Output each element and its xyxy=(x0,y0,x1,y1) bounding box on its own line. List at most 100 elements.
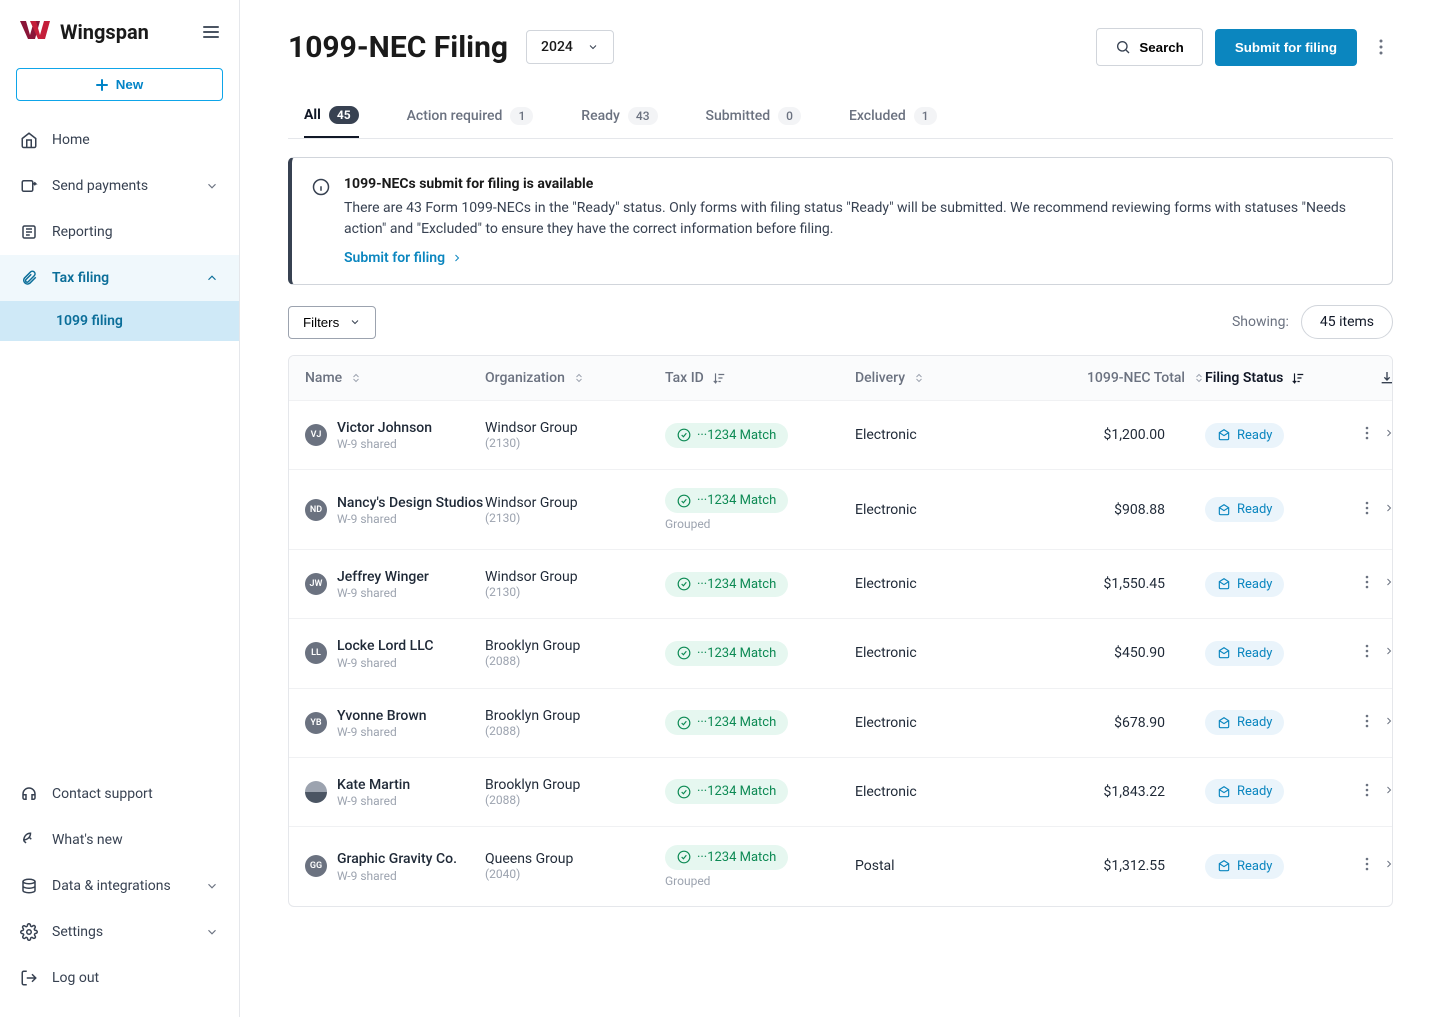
status-text: Ready xyxy=(1237,577,1272,592)
column-header-name[interactable]: Name xyxy=(305,370,485,386)
status-ready-badge: Ready xyxy=(1205,779,1284,804)
check-circle-icon xyxy=(677,577,691,591)
col-label: Name xyxy=(305,370,342,386)
avatar: VJ xyxy=(305,424,327,446)
row-more-button[interactable] xyxy=(1365,426,1369,444)
kebab-icon xyxy=(1365,783,1369,797)
attachment-icon xyxy=(20,269,38,287)
table-row[interactable]: JW Jeffrey Winger W-9 shared Windsor Gro… xyxy=(289,549,1392,618)
taxid-text: ···1234 Match xyxy=(697,850,776,865)
search-button[interactable]: Search xyxy=(1096,28,1202,66)
row-expand-button[interactable] xyxy=(1383,715,1393,731)
tab-submitted[interactable]: Submitted 0 xyxy=(706,94,801,138)
sidebar-item-home[interactable]: Home xyxy=(0,117,239,163)
recipient-name: Yvonne Brown xyxy=(337,707,427,725)
sort-icon[interactable] xyxy=(1193,372,1205,384)
tab-excluded[interactable]: Excluded 1 xyxy=(849,94,937,138)
mail-open-icon xyxy=(1217,785,1231,799)
sort-icon[interactable] xyxy=(350,372,362,384)
wingspan-logo-icon xyxy=(20,21,50,43)
row-more-button[interactable] xyxy=(1365,501,1369,519)
more-actions-button[interactable] xyxy=(1369,39,1393,55)
sidebar-item-reporting[interactable]: Reporting xyxy=(0,209,239,255)
status-text: Ready xyxy=(1237,859,1272,874)
column-header-export[interactable] xyxy=(1335,370,1393,386)
column-header-status[interactable]: Filing Status xyxy=(1205,370,1335,386)
sidebar-item-logout[interactable]: Log out xyxy=(0,955,239,1001)
database-icon xyxy=(20,877,38,895)
tab-badge: 43 xyxy=(628,107,658,125)
sidebar-item-send-payments[interactable]: Send payments xyxy=(0,163,239,209)
row-more-button[interactable] xyxy=(1365,783,1369,801)
table-row[interactable]: VJ Victor Johnson W-9 shared Windsor Gro… xyxy=(289,400,1392,469)
total-cell: $908.88 xyxy=(1025,502,1205,518)
row-expand-button[interactable] xyxy=(1383,576,1393,592)
banner-submit-link[interactable]: Submit for filing xyxy=(344,250,463,266)
sidebar-item-contact-support[interactable]: Contact support xyxy=(0,771,239,817)
menu-toggle-icon[interactable] xyxy=(203,26,219,38)
sidebar-item-data-integrations[interactable]: Data & integrations xyxy=(0,863,239,909)
avatar xyxy=(305,781,327,803)
sidebar-item-tax-filing[interactable]: Tax filing xyxy=(0,255,239,301)
row-more-button[interactable] xyxy=(1365,714,1369,732)
taxid-match-badge: ···1234 Match xyxy=(665,572,788,597)
column-header-delivery[interactable]: Delivery xyxy=(855,370,1025,386)
reporting-icon xyxy=(20,223,38,241)
row-expand-button[interactable] xyxy=(1383,645,1393,661)
status-ready-badge: Ready xyxy=(1205,572,1284,597)
table-row[interactable]: Kate Martin W-9 shared Brooklyn Group (2… xyxy=(289,757,1392,826)
status-cell: Ready xyxy=(1205,779,1335,804)
column-header-taxid[interactable]: Tax ID xyxy=(665,370,855,386)
sort-desc-icon[interactable] xyxy=(1291,371,1305,385)
row-more-button[interactable] xyxy=(1365,857,1369,875)
submit-for-filing-button[interactable]: Submit for filing xyxy=(1215,29,1357,66)
status-ready-badge: Ready xyxy=(1205,641,1284,666)
download-icon[interactable] xyxy=(1379,370,1393,386)
sidebar-item-1099-filing[interactable]: 1099 filing xyxy=(0,301,239,341)
column-header-organization[interactable]: Organization xyxy=(485,370,665,386)
grouped-label: Grouped xyxy=(665,517,710,531)
total-cell: $1,843.22 xyxy=(1025,784,1205,800)
showing-label: Showing: xyxy=(1232,314,1289,330)
sort-desc-icon[interactable] xyxy=(712,371,726,385)
tab-action-required[interactable]: Action required 1 xyxy=(407,94,534,138)
new-button[interactable]: New xyxy=(16,68,223,101)
recipient-subtext: W-9 shared xyxy=(337,512,483,526)
organization-cell: Brooklyn Group (2088) xyxy=(485,777,665,807)
total-cell: $1,550.45 xyxy=(1025,576,1205,592)
year-selector[interactable]: 2024 xyxy=(526,30,614,64)
row-more-button[interactable] xyxy=(1365,644,1369,662)
total-cell: $1,200.00 xyxy=(1025,427,1205,443)
table-row[interactable]: ND Nancy's Design Studios W-9 shared Win… xyxy=(289,469,1392,549)
avatar: ND xyxy=(305,499,327,521)
sidebar-item-settings[interactable]: Settings xyxy=(0,909,239,955)
sort-icon[interactable] xyxy=(913,372,925,384)
chevron-right-icon xyxy=(1383,502,1393,514)
row-expand-button[interactable] xyxy=(1383,427,1393,443)
tab-label: Action required xyxy=(407,108,503,124)
total-cell: $1,312.55 xyxy=(1025,858,1205,874)
status-text: Ready xyxy=(1237,715,1272,730)
chevron-down-icon xyxy=(205,925,219,939)
row-expand-button[interactable] xyxy=(1383,858,1393,874)
tab-ready[interactable]: Ready 43 xyxy=(581,94,657,138)
table-row[interactable]: GG Graphic Gravity Co. W-9 shared Queens… xyxy=(289,826,1392,906)
taxid-cell: ···1234 Match xyxy=(665,710,855,735)
sort-icon[interactable] xyxy=(573,372,585,384)
kebab-icon xyxy=(1365,501,1369,515)
table-row[interactable]: LL Locke Lord LLC W-9 shared Brooklyn Gr… xyxy=(289,618,1392,687)
row-expand-button[interactable] xyxy=(1383,502,1393,518)
sidebar-item-whats-new[interactable]: What's new xyxy=(0,817,239,863)
nav-label: Send payments xyxy=(52,178,191,194)
filters-button[interactable]: Filters xyxy=(288,306,376,339)
status-text: Ready xyxy=(1237,428,1272,443)
tab-all[interactable]: All 45 xyxy=(304,94,359,138)
table-row[interactable]: YB Yvonne Brown W-9 shared Brooklyn Grou… xyxy=(289,688,1392,757)
row-more-button[interactable] xyxy=(1365,575,1369,593)
total-cell: $678.90 xyxy=(1025,715,1205,731)
taxid-text: ···1234 Match xyxy=(697,715,776,730)
row-expand-button[interactable] xyxy=(1383,784,1393,800)
nav-label: Contact support xyxy=(52,786,219,802)
showing-count-pill[interactable]: 45 items xyxy=(1301,305,1393,339)
column-header-total[interactable]: 1099-NEC Total xyxy=(1025,370,1205,386)
